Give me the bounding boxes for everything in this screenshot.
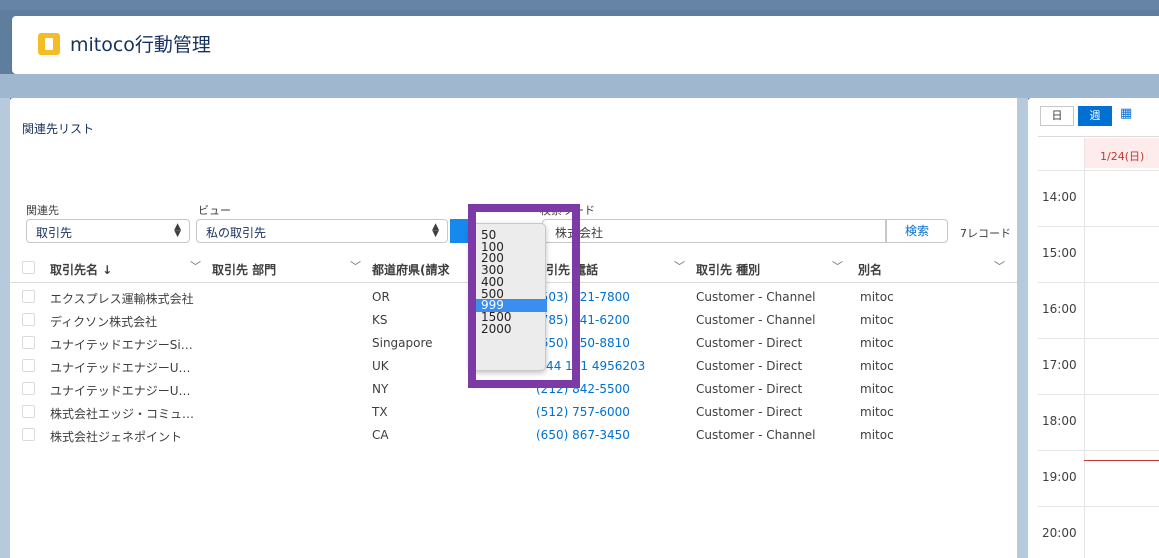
chevron-down-icon[interactable]: ﹀ [350, 258, 361, 274]
hour-label: 20:00 [1042, 526, 1077, 540]
chevron-down-icon[interactable]: ﹀ [994, 258, 1005, 274]
cell-type: Customer - Channel [696, 313, 816, 327]
hour-gridline [1038, 394, 1159, 395]
cell-state: NY [372, 382, 389, 396]
hour-label: 16:00 [1042, 302, 1077, 316]
cell-alias: mitoc [860, 359, 894, 373]
cell-name: ユナイテッドエナジーSi… [50, 338, 193, 352]
cell-state: Singapore [372, 336, 433, 350]
chevron-down-icon[interactable]: ﹀ [674, 258, 685, 274]
hour-label: 19:00 [1042, 470, 1077, 484]
view-select-value: 私の取引先 [206, 226, 267, 240]
select-all-checkbox[interactable] [22, 261, 35, 274]
cell-state: TX [372, 405, 388, 419]
cell-alias: mitoc [860, 336, 894, 350]
cell-type: Customer - Direct [696, 359, 803, 373]
row-checkbox[interactable] [22, 313, 35, 326]
column-header-state[interactable]: 都道府県(請求 [372, 261, 450, 278]
related-list-card: 関連先リスト 関連先 ビュー 検索ワード 取引先 ▲ ▼ 私の取引先 ▲ ▼ 株式会… [10, 98, 1017, 558]
updown-arrow-icon: ▲ ▼ [432, 222, 439, 239]
column-header-type[interactable]: 取引先 種別 [696, 261, 760, 278]
table-row[interactable]: 株式会社ジェネポイント CA (650) 867-3450 Customer - Ch… [10, 423, 1017, 446]
hour-gridline [1038, 450, 1159, 451]
cell-alias: mitoc [860, 313, 894, 327]
row-checkbox[interactable] [22, 428, 35, 441]
row-checkbox[interactable] [22, 382, 35, 395]
cell-name: エクスプレス運輸株式会社 [50, 292, 194, 306]
row-checkbox[interactable] [22, 359, 35, 372]
cell-type: Customer - Channel [696, 290, 816, 304]
view-select[interactable]: 私の取引先 ▲ ▼ [196, 219, 448, 243]
hour-gridline [1038, 170, 1159, 171]
cell-alias: mitoc [860, 405, 894, 419]
search-button[interactable]: 検索 [886, 219, 948, 243]
hour-label: 18:00 [1042, 414, 1077, 428]
current-time-line [1084, 460, 1159, 461]
cell-state: OR [372, 290, 390, 304]
table-row[interactable]: 株式会社エッジ・コミュ… TX (512) 757-6000 Customer - D… [10, 400, 1017, 423]
cell-type: Customer - Direct [696, 382, 803, 396]
hour-gridline [1038, 506, 1159, 507]
hour-gridline [1038, 338, 1159, 339]
cell-alias: mitoc [860, 382, 894, 396]
document-icon [38, 33, 60, 55]
cell-type: Customer - Direct [696, 405, 803, 419]
tab-day[interactable]: 日 [1040, 106, 1074, 126]
cell-name: ユナイテッドエナジーU… [50, 384, 191, 398]
hour-label: 14:00 [1042, 190, 1077, 204]
column-header-name[interactable]: 取引先名 ↓ [50, 261, 112, 278]
card-title: 関連先リスト [22, 122, 95, 136]
hour-gridline [1038, 226, 1159, 227]
background-band [0, 74, 1159, 98]
cell-name: ユナイテッドエナジーU… [50, 361, 191, 375]
cell-state: UK [372, 359, 389, 373]
row-checkbox[interactable] [22, 290, 35, 303]
hour-label: 15:00 [1042, 246, 1077, 260]
chevron-down-icon[interactable]: ﹀ [832, 258, 843, 274]
cell-name: 株式会社ジェネポイント [50, 430, 183, 444]
calendar-panel: 日 週 ▦ 1/24(日) 14:00 15:00 16:00 17:00 18:00 1… [1028, 98, 1159, 558]
related-label: 関連先 [26, 204, 59, 217]
row-checkbox[interactable] [22, 336, 35, 349]
cell-type: Customer - Direct [696, 336, 803, 350]
row-checkbox[interactable] [22, 405, 35, 418]
column-header-dept[interactable]: 取引先 部門 [212, 261, 276, 278]
view-label: ビュー [198, 204, 231, 217]
cell-phone[interactable]: (512) 757-6000 [536, 405, 630, 419]
record-count: 7レコード [960, 227, 1011, 240]
hour-gridline [1038, 282, 1159, 283]
search-input[interactable]: 株式会社 [542, 219, 886, 243]
cell-state: KS [372, 313, 388, 327]
cell-alias: mitoc [860, 290, 894, 304]
calendar-grid-top [1038, 136, 1159, 137]
app-header: mitoco行動管理 [12, 16, 1159, 74]
cell-state: CA [372, 428, 389, 442]
related-select[interactable]: 取引先 ▲ ▼ [26, 219, 190, 243]
chevron-down-icon[interactable]: ﹀ [190, 258, 201, 274]
panel-gap [1017, 98, 1028, 558]
app-title: mitoco行動管理 [70, 34, 211, 56]
cell-name: 株式会社エッジ・コミュ… [50, 407, 195, 421]
hour-label: 17:00 [1042, 358, 1077, 372]
calendar-date: 1/24(日) [1100, 150, 1145, 163]
top-background-strip [0, 0, 1159, 10]
column-header-alias[interactable]: 別名 [858, 261, 882, 278]
related-select-value: 取引先 [36, 226, 73, 240]
cell-phone[interactable]: (650) 867-3450 [536, 428, 630, 442]
left-background-edge [0, 98, 10, 558]
calendar-divider [1084, 138, 1085, 558]
updown-arrow-icon: ▲ ▼ [174, 222, 181, 239]
cell-alias: mitoc [860, 428, 894, 442]
calendar-icon[interactable]: ▦ [1120, 106, 1132, 121]
highlight-annotation-box [468, 204, 580, 388]
cell-type: Customer - Channel [696, 428, 816, 442]
cell-name: ディクソン株式会社 [50, 315, 158, 329]
tab-week[interactable]: 週 [1078, 106, 1112, 126]
